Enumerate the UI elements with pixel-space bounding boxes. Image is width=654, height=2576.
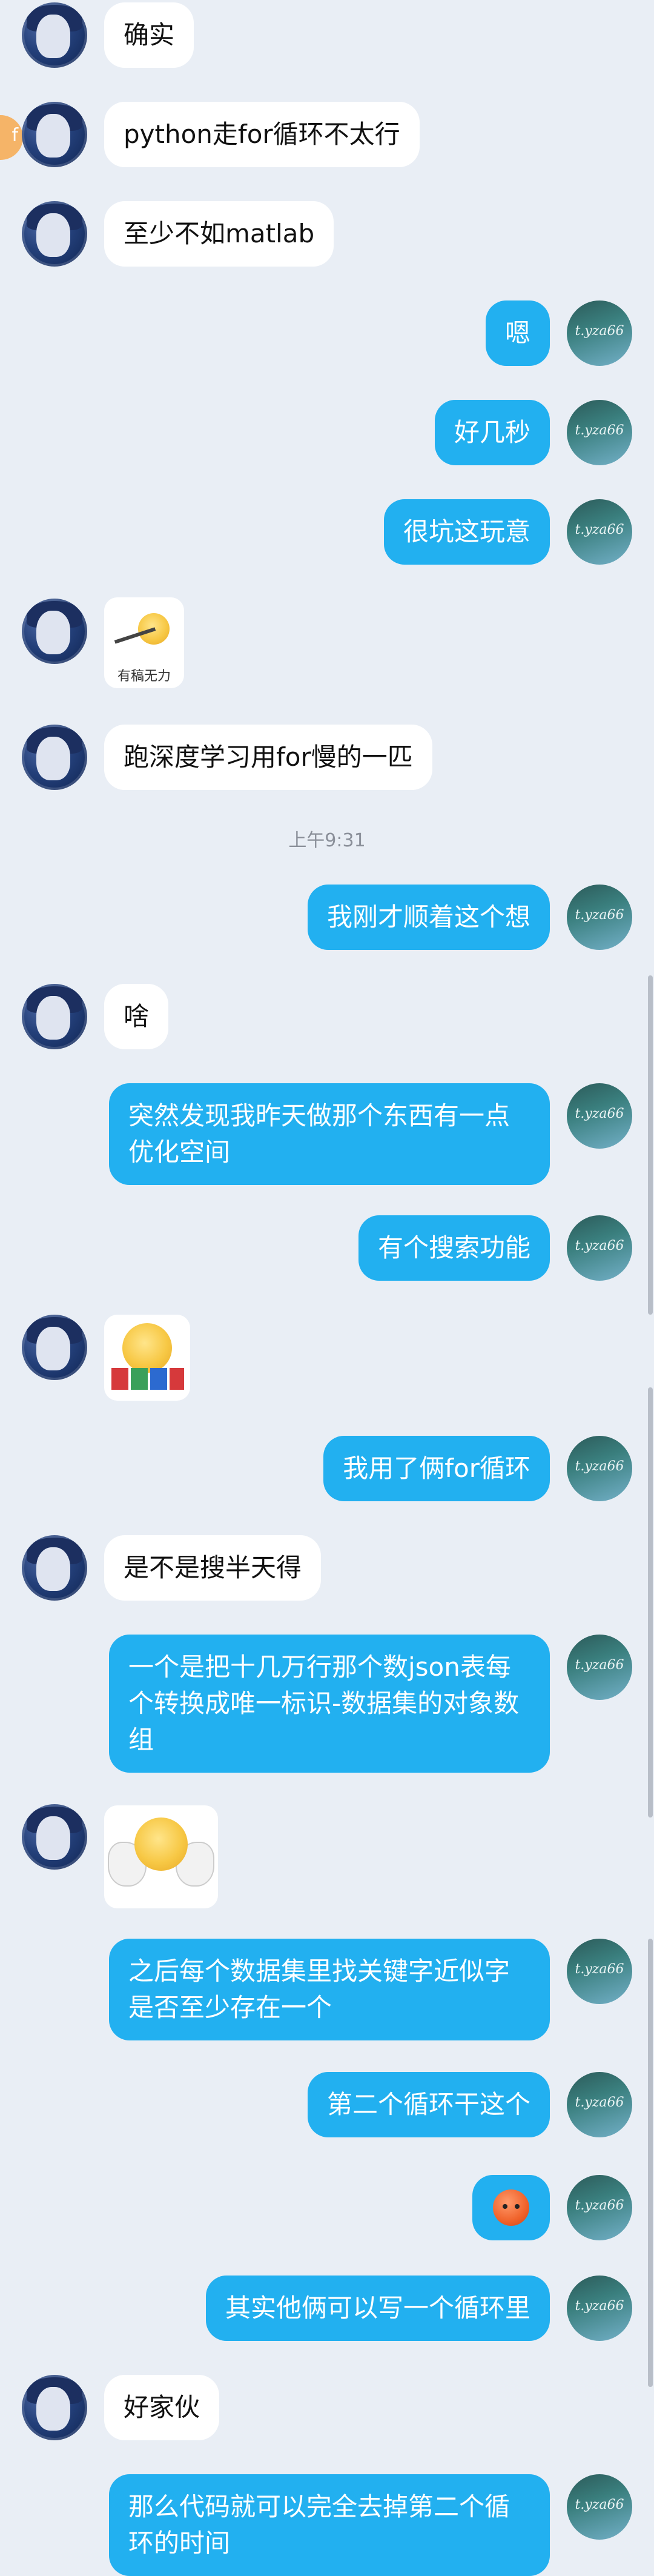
avatar[interactable] [22, 2375, 87, 2440]
message-bubble[interactable]: 很坑这玩意 [383, 499, 550, 565]
message-bubble[interactable]: 至少不如matlab [104, 201, 334, 267]
avatar[interactable]: t.yza66 [567, 400, 632, 465]
avatar-label: t.yza66 [575, 1238, 624, 1253]
avatar-label: t.yza66 [575, 423, 624, 438]
avatar-label: t.yza66 [575, 1459, 624, 1474]
avatar[interactable]: t.yza66 [567, 1083, 632, 1149]
message-bubble[interactable]: 我刚才顺着这个想 [307, 885, 550, 950]
avatar-label: t.yza66 [575, 908, 624, 923]
sticker-caption: 有稿无力 [117, 669, 171, 684]
message-bubble[interactable]: 之后每个数据集里找关键字近似字是否至少存在一个 [109, 1939, 550, 2040]
avatar-face [36, 2387, 70, 2431]
avatar[interactable] [22, 599, 87, 664]
avatar[interactable] [22, 1315, 87, 1380]
avatar[interactable] [22, 725, 87, 790]
avatar[interactable]: t.yza66 [567, 2175, 632, 2240]
avatar[interactable] [22, 1804, 87, 1870]
avatar-face [36, 1547, 70, 1591]
emoji-eye [503, 2204, 507, 2209]
avatar-label: t.yza66 [575, 522, 624, 537]
avatar[interactable]: t.yza66 [567, 2072, 632, 2137]
avatar[interactable]: t.yza66 [567, 885, 632, 950]
avatar[interactable]: t.yza66 [567, 1939, 632, 2004]
avatar-label: t.yza66 [575, 1106, 624, 1121]
avatar[interactable]: t.yza66 [567, 1215, 632, 1281]
message-bubble[interactable]: 其实他俩可以写一个循环里 [205, 2276, 550, 2341]
message-bubble[interactable]: 好家伙 [104, 2375, 220, 2440]
message-bubble[interactable]: 嗯 [485, 300, 550, 366]
avatar-face [36, 213, 70, 257]
avatar-label: t.yza66 [575, 1658, 624, 1673]
edge-avatar-label: f [12, 125, 18, 146]
message-bubble[interactable]: 一个是把十几万行那个数json表每个转换成唯一标识-数据集的对象数组 [109, 1635, 550, 1773]
avatar[interactable] [22, 1535, 87, 1601]
avatar[interactable]: t.yza66 [567, 2474, 632, 2540]
avatar-label: t.yza66 [575, 2198, 624, 2213]
avatar-label: t.yza66 [575, 2299, 624, 2314]
avatar[interactable]: t.yza66 [567, 499, 632, 565]
avatar[interactable]: t.yza66 [567, 1635, 632, 1700]
message-bubble[interactable]: 那么代码就可以完全去掉第二个循环的时间 [109, 2474, 550, 2576]
avatar-face [36, 1816, 70, 1860]
message-bubble[interactable]: 好几秒 [434, 400, 550, 465]
avatar-label: t.yza66 [575, 2095, 624, 2110]
avatar-face [36, 114, 70, 158]
message-bubble[interactable]: 是不是搜半天得 [104, 1535, 322, 1601]
avatar[interactable]: t.yza66 [567, 1436, 632, 1501]
scrollbar-thumb[interactable] [648, 1939, 653, 2387]
emoji-eye [515, 2204, 520, 2209]
message-bubble[interactable]: 跑深度学习用for慢的一匹 [104, 725, 432, 790]
sticker-image[interactable] [104, 1805, 218, 1908]
avatar-face [36, 996, 70, 1040]
avatar[interactable] [22, 2, 87, 68]
avatar-label: t.yza66 [575, 324, 624, 339]
sticker-face [134, 1817, 188, 1871]
avatar-face [36, 1327, 70, 1370]
message-bubble[interactable]: 我用了俩for循环 [323, 1436, 550, 1501]
sticker-box [131, 1368, 148, 1390]
sticker-face [122, 1323, 172, 1373]
avatar-face [36, 737, 70, 780]
scrollbar-thumb[interactable] [648, 975, 653, 1315]
edge-avatar[interactable]: f [0, 115, 23, 160]
scrollbar-thumb[interactable] [648, 1387, 653, 1817]
avatar[interactable] [22, 984, 87, 1049]
avatar-face [36, 611, 70, 654]
timestamp: 上午9:31 [288, 830, 366, 851]
avatar[interactable] [22, 102, 87, 167]
avatar-label: t.yza66 [575, 1962, 624, 1977]
avatar-label: t.yza66 [575, 2497, 624, 2512]
avatar[interactable]: t.yza66 [567, 300, 632, 366]
emoji-message[interactable] [472, 2175, 550, 2240]
message-bubble[interactable]: 啥 [104, 984, 169, 1049]
orange-face-icon [493, 2189, 529, 2226]
message-bubble[interactable]: 突然发现我昨天做那个东西有一点优化空间 [109, 1083, 550, 1185]
avatar-face [36, 15, 70, 58]
sticker-image[interactable]: 有稿无力 [104, 597, 184, 688]
message-bubble[interactable]: 有个搜索功能 [358, 1215, 550, 1281]
message-bubble[interactable]: 确实 [104, 2, 194, 68]
sticker-box [150, 1368, 167, 1390]
message-bubble[interactable]: 第二个循环干这个 [307, 2072, 550, 2137]
sticker-box [111, 1368, 128, 1390]
sticker-box [170, 1368, 184, 1390]
message-bubble[interactable]: python走for循环不太行 [104, 102, 420, 167]
avatar[interactable] [22, 201, 87, 267]
avatar[interactable]: t.yza66 [567, 2276, 632, 2341]
sticker-image[interactable] [104, 1315, 190, 1401]
